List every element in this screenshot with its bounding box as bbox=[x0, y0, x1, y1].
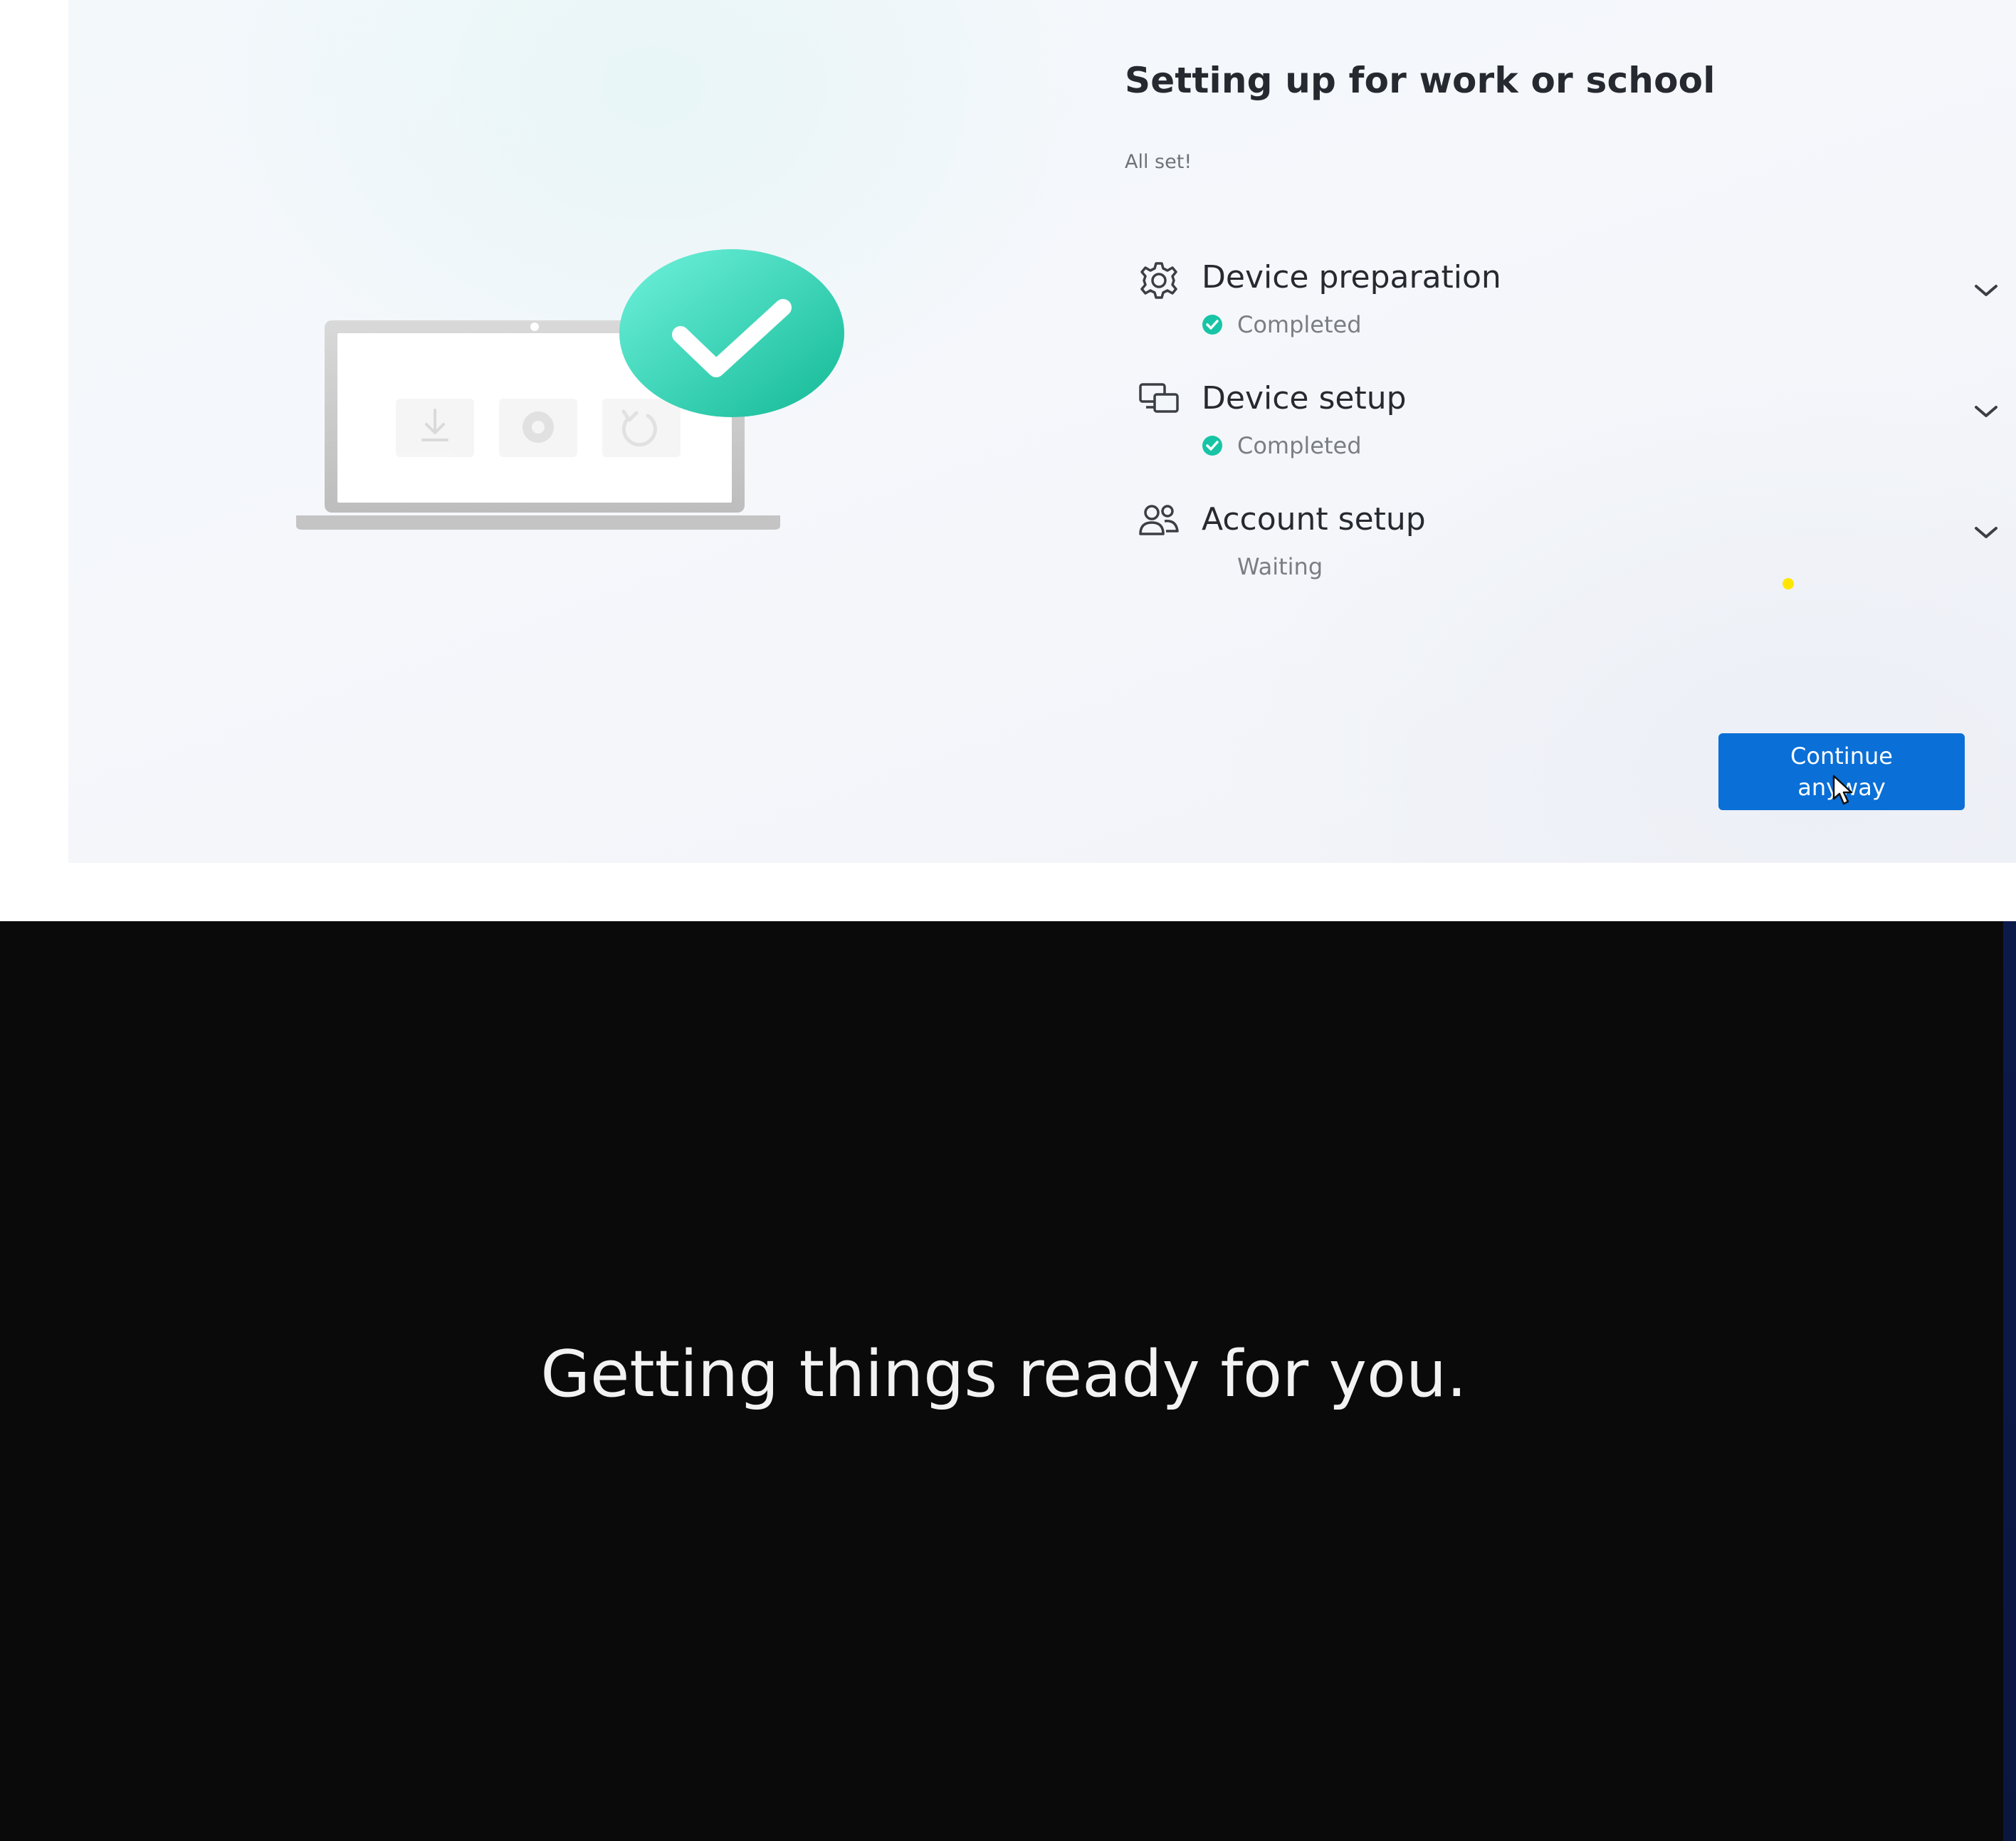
step-account-setup[interactable]: Account setup Waiting bbox=[1136, 500, 2016, 607]
step-status: Waiting bbox=[1202, 552, 1323, 581]
screen-root: Setting up for work or school All set! D… bbox=[0, 0, 2016, 1841]
status-text: Completed bbox=[1237, 432, 1362, 459]
check-circle-icon bbox=[1202, 315, 1222, 335]
devices-icon bbox=[1139, 383, 1179, 413]
gear-icon bbox=[1140, 262, 1177, 299]
laptop-check-illustration bbox=[296, 249, 844, 530]
getting-ready-screen: Getting things ready for you. bbox=[0, 921, 2016, 1841]
step-device-setup[interactable]: Device setup Completed bbox=[1136, 379, 2016, 486]
getting-ready-message: Getting things ready for you. bbox=[540, 1337, 1467, 1412]
step-status: Completed bbox=[1202, 431, 1362, 460]
chevron-down-icon[interactable] bbox=[1969, 520, 2003, 545]
people-icon bbox=[1139, 505, 1179, 535]
step-status: Completed bbox=[1202, 310, 1362, 339]
step-label: Device preparation bbox=[1202, 259, 1501, 295]
status-text: Completed bbox=[1237, 311, 1362, 338]
step-device-preparation[interactable]: Device preparation Completed bbox=[1136, 258, 2016, 364]
status-text: Waiting bbox=[1237, 553, 1323, 580]
status-subtitle: All set! bbox=[1125, 151, 1192, 173]
chevron-down-icon[interactable] bbox=[1969, 278, 2003, 303]
step-label: Account setup bbox=[1202, 501, 1426, 537]
chevron-down-icon[interactable] bbox=[1969, 399, 2003, 424]
page-title: Setting up for work or school bbox=[1125, 60, 1716, 101]
setup-panel: Setting up for work or school All set! D… bbox=[68, 0, 2016, 863]
check-circle-icon bbox=[1202, 436, 1222, 456]
cursor-highlight-dot bbox=[1783, 578, 1794, 589]
step-label: Device setup bbox=[1202, 380, 1407, 416]
mouse-cursor-icon bbox=[1832, 775, 1853, 805]
